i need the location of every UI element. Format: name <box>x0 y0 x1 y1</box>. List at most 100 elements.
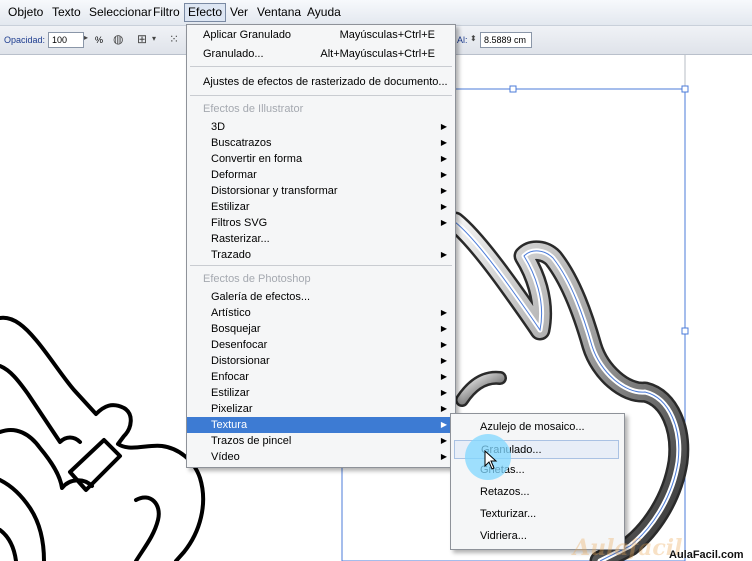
selection-handle-top-right[interactable] <box>681 85 689 93</box>
menu-seleccionar[interactable]: Seleccionar <box>86 4 155 21</box>
menu-item-shortcut: Alt+Mayúsculas+Ctrl+E <box>320 48 435 60</box>
menu-ver[interactable]: Ver <box>227 4 251 21</box>
menu-item-label: Desenfocar <box>211 339 268 351</box>
menu-item-distorsionar[interactable]: Distorsionar ▶ <box>187 353 455 369</box>
menu-item-bosquejar[interactable]: Bosquejar ▶ <box>187 321 455 337</box>
submenu-item-texturizar[interactable]: Texturizar... <box>454 505 619 524</box>
selection-handle-top[interactable] <box>509 85 517 93</box>
menu-item-aplicar-granulado[interactable]: Aplicar Granulado Mayúsculas+Ctrl+E <box>187 27 455 43</box>
recolor-icon[interactable]: ◍ <box>113 32 123 46</box>
submenu-arrow-icon: ▶ <box>440 356 447 365</box>
submenu-item-azulejo-de-mosaico[interactable]: Azulejo de mosaico... <box>454 418 619 437</box>
menu-item-label: Pixelizar <box>211 403 253 415</box>
submenu-item-label: Texturizar... <box>480 508 537 520</box>
mouse-pointer-icon <box>484 450 498 470</box>
menu-item-trazado[interactable]: Trazado ▶ <box>187 247 455 263</box>
submenu-arrow-icon: ▶ <box>440 218 447 227</box>
menu-separator <box>190 95 452 96</box>
menu-item-convertir-en-forma[interactable]: Convertir en forma ▶ <box>187 151 455 167</box>
align-dropdown-icon[interactable]: ▾ <box>152 34 156 43</box>
submenu-arrow-icon: ▶ <box>440 122 447 131</box>
transform-icon[interactable]: ⁙ <box>169 32 179 46</box>
photoshop-effects-header: Efectos de Photoshop <box>187 271 455 287</box>
opacity-unit: % <box>95 35 104 45</box>
efecto-menu: Aplicar Granulado Mayúsculas+Ctrl+E Gran… <box>186 24 456 468</box>
menu-item-granulado[interactable]: Granulado... Alt+Mayúsculas+Ctrl+E <box>187 46 455 62</box>
menu-item-label: Trazos de pincel <box>211 435 292 447</box>
align-icon[interactable]: ⊞ <box>137 32 147 46</box>
menu-item-label: Galería de efectos... <box>211 291 311 303</box>
opacity-arrow-icon[interactable]: ▸ <box>84 33 88 42</box>
menu-item-3d[interactable]: 3D ▶ <box>187 119 455 135</box>
selection-handle-right[interactable] <box>681 327 689 335</box>
illustrator-effects-header: Efectos de Illustrator <box>187 101 455 117</box>
menu-item-label: Bosquejar <box>211 323 261 335</box>
menu-item-pixelizar[interactable]: Pixelizar ▶ <box>187 401 455 417</box>
submenu-item-label: Azulejo de mosaico... <box>480 421 585 433</box>
menu-item-buscatrazos[interactable]: Buscatrazos ▶ <box>187 135 455 151</box>
watermark-text: AulaFacil.com <box>669 549 744 561</box>
menu-item-label: Distorsionar <box>211 355 270 367</box>
height-input[interactable] <box>480 32 532 48</box>
submenu-item-retazos[interactable]: Retazos... <box>454 483 619 502</box>
menu-item-label: Vídeo <box>211 451 240 463</box>
menu-item-label: Enfocar <box>211 371 249 383</box>
menu-item-rasterizar[interactable]: Rasterizar... <box>187 231 455 247</box>
submenu-arrow-icon: ▶ <box>440 340 447 349</box>
submenu-arrow-icon: ▶ <box>440 154 447 163</box>
menu-item-shortcut: Mayúsculas+Ctrl+E <box>339 29 435 41</box>
guitar-line-art <box>0 315 206 561</box>
submenu-arrow-icon: ▶ <box>440 372 447 381</box>
menu-item-label: Artístico <box>211 307 251 319</box>
textura-submenu: Azulejo de mosaico... Granulado... Griet… <box>450 413 625 550</box>
submenu-arrow-icon: ▶ <box>440 420 447 429</box>
watermark-logo-ghost: Aulafacil <box>573 535 683 561</box>
menu-objeto[interactable]: Objeto <box>5 4 46 21</box>
submenu-arrow-icon: ▶ <box>440 324 447 333</box>
menu-ventana[interactable]: Ventana <box>254 4 304 21</box>
menu-item-artistico[interactable]: Artístico ▶ <box>187 305 455 321</box>
menu-item-video[interactable]: Vídeo ▶ <box>187 449 455 465</box>
submenu-arrow-icon: ▶ <box>440 308 447 317</box>
menu-item-label: Granulado... <box>203 48 264 60</box>
submenu-arrow-icon: ▶ <box>440 250 447 259</box>
menu-item-label: Rasterizar... <box>211 233 270 245</box>
menu-item-estilizar-ai[interactable]: Estilizar ▶ <box>187 199 455 215</box>
menu-ayuda[interactable]: Ayuda <box>304 4 344 21</box>
opacity-input[interactable] <box>48 32 84 48</box>
menu-item-estilizar-ps[interactable]: Estilizar ▶ <box>187 385 455 401</box>
menu-item-ajustes-rasterizado[interactable]: Ajustes de efectos de rasterizado de doc… <box>187 74 455 90</box>
menu-texto[interactable]: Texto <box>49 4 84 21</box>
menu-item-filtros-svg[interactable]: Filtros SVG ▶ <box>187 215 455 231</box>
menu-item-label: Distorsionar y transformar <box>211 185 338 197</box>
menu-item-distorsionar-y-transformar[interactable]: Distorsionar y transformar ▶ <box>187 183 455 199</box>
menu-item-enfocar[interactable]: Enfocar ▶ <box>187 369 455 385</box>
submenu-item-label: Vidriera... <box>480 530 527 542</box>
menu-item-label: Convertir en forma <box>211 153 303 165</box>
menu-header-label: Efectos de Photoshop <box>203 273 311 285</box>
submenu-arrow-icon: ▶ <box>440 404 447 413</box>
submenu-item-label: Retazos... <box>480 486 530 498</box>
menu-item-label: Textura <box>211 419 248 431</box>
submenu-arrow-icon: ▶ <box>440 202 447 211</box>
menu-bar: Objeto Texto Seleccionar Filtro Efecto V… <box>0 0 752 26</box>
menu-item-desenfocar[interactable]: Desenfocar ▶ <box>187 337 455 353</box>
menu-header-label: Efectos de Illustrator <box>203 103 304 115</box>
height-stepper-icon[interactable]: ⬍ <box>470 34 477 43</box>
menu-item-deformar[interactable]: Deformar ▶ <box>187 167 455 183</box>
menu-item-label: Filtros SVG <box>211 217 268 229</box>
height-label: Al: <box>457 35 468 45</box>
menu-item-galeria-de-efectos[interactable]: Galería de efectos... <box>187 289 455 305</box>
menu-filtro[interactable]: Filtro <box>150 4 183 21</box>
submenu-arrow-icon: ▶ <box>440 436 447 445</box>
menu-item-trazos-de-pincel[interactable]: Trazos de pincel ▶ <box>187 433 455 449</box>
menu-efecto[interactable]: Efecto <box>184 3 227 22</box>
submenu-arrow-icon: ▶ <box>440 138 447 147</box>
menu-item-label: 3D <box>211 121 226 133</box>
submenu-arrow-icon: ▶ <box>440 170 447 179</box>
menu-item-label: Estilizar <box>211 387 250 399</box>
menu-item-label: Ajustes de efectos de rasterizado de doc… <box>203 76 448 88</box>
menu-item-textura[interactable]: Textura ▶ <box>187 417 455 433</box>
menu-separator <box>190 66 452 67</box>
menu-item-label: Estilizar <box>211 201 250 213</box>
